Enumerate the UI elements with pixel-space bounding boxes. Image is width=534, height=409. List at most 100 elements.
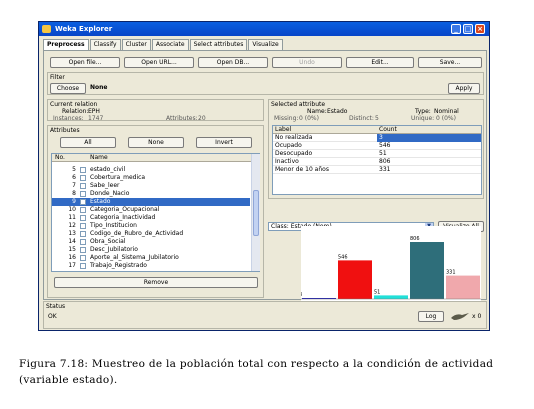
bar-value-label: 51 [374,289,380,295]
status-group: Status OK Log x 0 [43,301,487,329]
attribute-checkbox[interactable] [80,175,86,181]
attribute-row[interactable]: 16 Aporte_al_Sistema_Jubilatorio [52,254,250,262]
figure-caption: Figura 7.18: Muestreo de la población to… [19,358,494,386]
save-button[interactable]: Save... [418,57,482,68]
missing-label: Missing: [274,115,299,122]
attribute-row[interactable]: 10 Categoria_Ocupacional [52,206,250,214]
open-url-button[interactable]: Open URL... [124,57,194,68]
bar-value-label: 3 [301,292,302,298]
tab-visualize[interactable]: Visualize [248,39,283,50]
none-button[interactable]: None [128,137,184,148]
edit-button[interactable]: Edit... [346,57,414,68]
attribute-row[interactable]: 14 Obra_Social [52,238,250,246]
choose-button[interactable]: Choose [50,83,86,94]
all-button[interactable]: All [60,137,116,148]
attributes-table-header: No. Name [52,154,259,162]
tab-cluster[interactable]: Cluster [121,39,151,50]
current-relation-group: Current relation Relation: EPH Instances… [47,99,264,122]
apply-button[interactable]: Apply [448,83,480,94]
attributes-count-label: Attributes: [166,115,198,122]
attribute-row[interactable]: 8 Donde_Nacio [52,190,250,198]
label-count-header: Label Count [273,126,481,134]
count-cell: 331 [379,166,391,173]
label-count-row[interactable]: No realizada 3 [273,134,481,142]
tab-preprocess[interactable]: Preprocess [43,39,89,50]
attribute-row[interactable]: 5 estado_civil [52,166,250,174]
status-count: x 0 [472,313,482,320]
type-label: Type: [415,108,431,115]
label-count-row[interactable]: Ocupado 546 [273,142,481,150]
attribute-checkbox[interactable] [80,167,86,173]
attributes-scrollbar[interactable] [251,154,260,271]
tab-strip: Preprocess Classify Cluster Associate Se… [43,39,284,50]
count-cell: 3 [377,134,481,142]
attribute-checkbox[interactable] [80,239,86,245]
attribute-checkbox[interactable] [80,247,86,253]
attribute-name: Categoria_Inactividad [90,214,156,221]
open-file-button[interactable]: Open file... [50,57,120,68]
bar [446,275,480,299]
attribute-row[interactable]: 15 Desc_Jubilatorio [52,246,250,254]
count-cell: 806 [379,158,391,165]
close-button[interactable]: × [475,24,485,34]
attribute-no: 13 [68,230,76,237]
bar-value-label: 806 [410,236,420,242]
attribute-no: 6 [72,174,76,181]
attribute-checkbox[interactable] [80,207,86,213]
attribute-checkbox[interactable] [80,199,86,205]
attribute-row[interactable]: 13 Codigo_de_Rubro_de_Actividad [52,230,250,238]
distinct-label: Distinct: [349,115,374,122]
label-count-row[interactable]: Desocupado 51 [273,150,481,158]
attribute-row[interactable]: 9 Estado [52,198,250,206]
attributes-rows: 5 estado_civil 6 Cobertura_medica 7 Sabe_leer… [52,166,250,270]
unique-value: 0 (0%) [436,115,456,122]
maximize-button[interactable]: □ [463,24,473,34]
minimize-button[interactable]: _ [451,24,461,34]
open-db-button[interactable]: Open DB... [198,57,268,68]
header-name: Name [90,154,108,161]
remove-button[interactable]: Remove [54,277,258,288]
label-cell: No realizada [275,134,313,141]
attribute-checkbox[interactable] [80,223,86,229]
attribute-row[interactable]: 7 Sabe_leer [52,182,250,190]
attribute-row[interactable]: 17 Trabajo_Registrado [52,262,250,270]
scrollbar-thumb[interactable] [253,190,259,236]
header-count: Count [379,126,397,133]
attribute-checkbox[interactable] [80,183,86,189]
undo-button[interactable]: Undo [272,57,342,68]
attribute-name: Sabe_leer [90,182,120,189]
unique-label: Unique: [411,115,435,122]
attribute-row[interactable]: 12 Tipo_Institucion [52,222,250,230]
attribute-checkbox[interactable] [80,255,86,261]
attribute-row[interactable]: 11 Categoria_Inactividad [52,214,250,222]
relation-label: Relation: [62,108,89,115]
tab-select-attributes[interactable]: Select attributes [189,39,248,50]
count-cell: 51 [379,150,387,157]
attribute-no: 11 [68,214,76,221]
label-count-row[interactable]: Inactivo 806 [273,158,481,166]
attribute-name: Tipo_Institucion [90,222,137,229]
attribute-checkbox[interactable] [80,231,86,237]
invert-button[interactable]: Invert [196,137,252,148]
attribute-checkbox[interactable] [80,263,86,269]
bar [338,260,372,299]
weka-bird-icon [42,25,51,33]
label-cell: Desocupado [275,150,313,157]
tab-classify[interactable]: Classify [89,39,121,50]
bar-value-label: 331 [446,270,456,276]
label-cell: Menor de 10 años [275,166,329,173]
attributes-count-value: 20 [198,115,206,122]
attribute-row[interactable]: 6 Cobertura_medica [52,174,250,182]
attribute-checkbox[interactable] [80,191,86,197]
name-value: Estado [327,108,348,115]
label-cell: Ocupado [275,142,302,149]
attribute-name: Desc_Jubilatorio [90,246,138,253]
log-button[interactable]: Log [418,311,444,322]
tab-associate[interactable]: Associate [151,39,189,50]
attribute-checkbox[interactable] [80,215,86,221]
attribute-name: Aporte_al_Sistema_Jubilatorio [90,254,179,261]
label-count-row[interactable]: Menor de 10 años 331 [273,166,481,174]
weka-explorer-window: Weka Explorer _ □ × Preprocess Classify … [38,21,490,331]
attributes-table: No. Name 5 estado_civil 6 Cobertura_medica 7… [51,153,260,272]
bar [410,242,444,299]
